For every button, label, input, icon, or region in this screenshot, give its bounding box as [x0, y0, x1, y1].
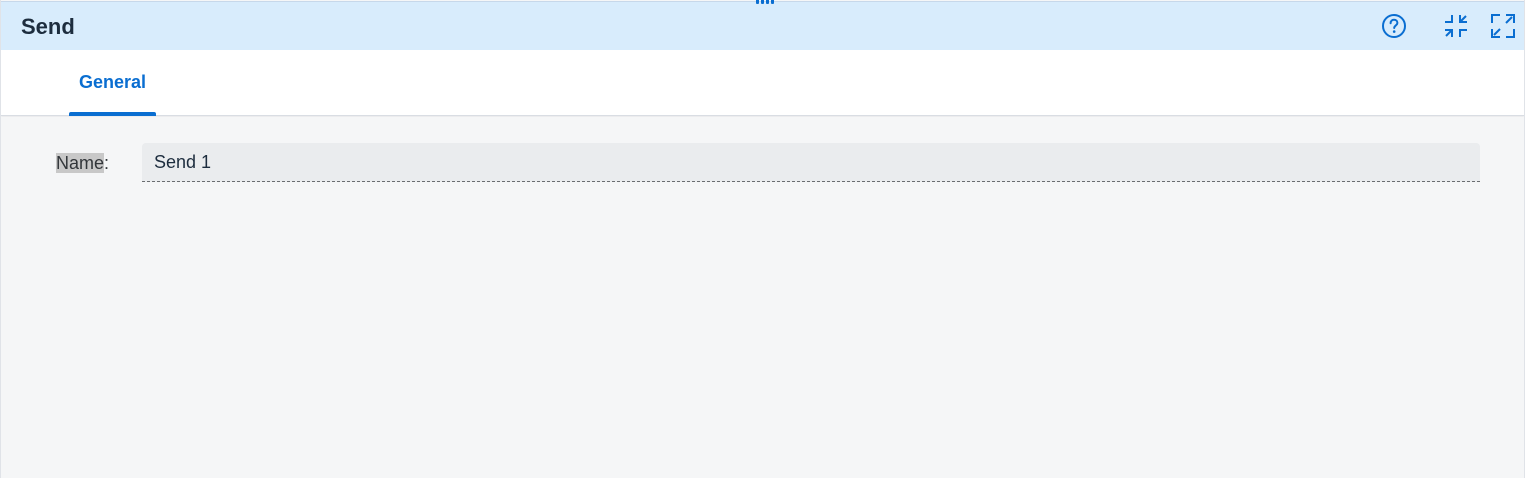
resize-grip-dot — [761, 0, 764, 4]
general-tab-content: Name: — [1, 117, 1524, 478]
tab-bar: General — [1, 50, 1524, 116]
resize-handle[interactable] — [753, 0, 777, 5]
resize-grip-dot — [771, 0, 774, 4]
help-icon[interactable] — [1381, 13, 1407, 39]
name-label-text: Name — [56, 153, 105, 173]
fullscreen-icon[interactable] — [1490, 13, 1516, 39]
resize-grip-dot — [766, 0, 769, 4]
properties-panel: Send General Name: Send 1 — [0, 0, 1525, 478]
resize-grip-dot — [756, 0, 759, 4]
name-label-colon: : — [104, 153, 110, 173]
exit-fullscreen-icon[interactable] — [1443, 13, 1469, 39]
tab-general-label: General — [78, 72, 147, 92]
tab-active-indicator — [69, 112, 156, 116]
name-label: Name: — [56, 152, 109, 174]
panel-header: Send — [1, 1, 1524, 50]
panel-title: Send — [21, 14, 75, 39]
name-input[interactable] — [142, 143, 1480, 182]
tab-general[interactable]: General — [69, 50, 156, 116]
